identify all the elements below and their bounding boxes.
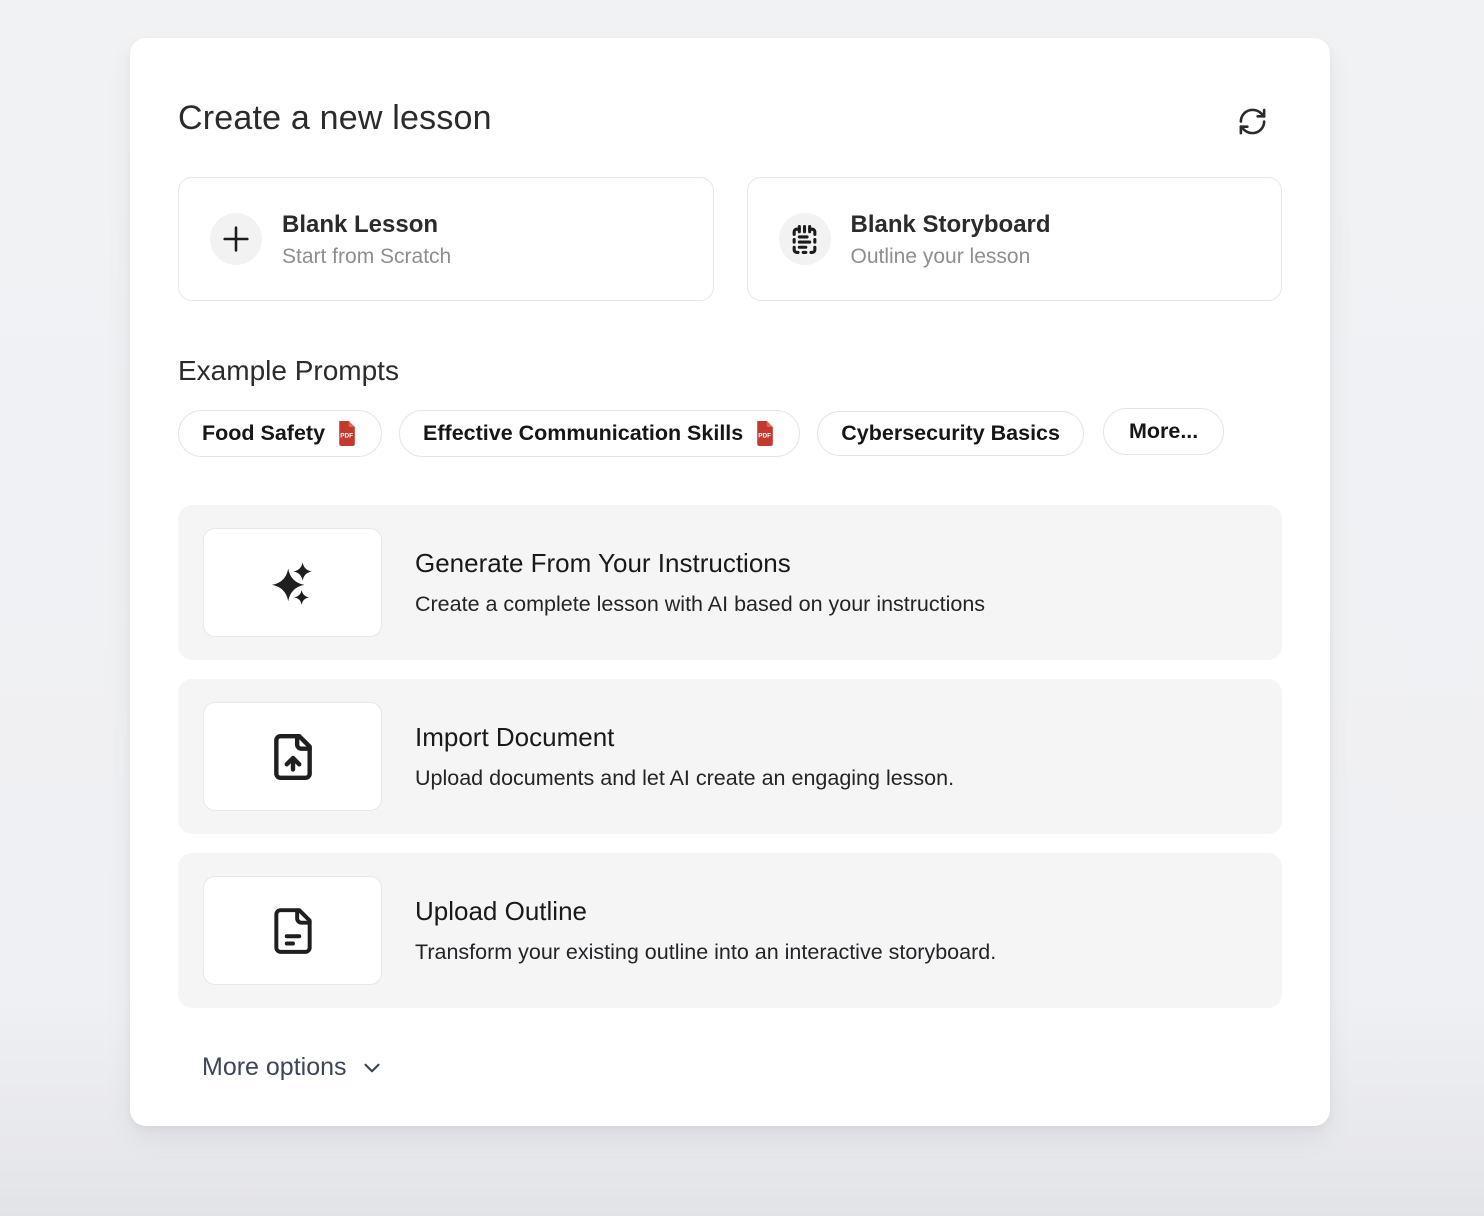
panel-header: Create a new lesson xyxy=(178,90,1282,143)
option-text: Generate From Your Instructions Create a… xyxy=(415,548,985,616)
prompt-pill-food-safety[interactable]: Food Safety PDF xyxy=(178,410,382,457)
option-subtitle: Transform your existing outline into an … xyxy=(415,940,996,965)
prompt-pill-communication-skills[interactable]: Effective Communication Skills PDF xyxy=(399,410,800,457)
option-generate-from-instructions[interactable]: Generate From Your Instructions Create a… xyxy=(178,505,1282,660)
more-options-label: More options xyxy=(202,1053,347,1082)
prompt-pill-cybersecurity-basics[interactable]: Cybersecurity Basics xyxy=(817,411,1084,456)
blank-storyboard-card[interactable]: Blank Storyboard Outline your lesson xyxy=(747,177,1283,301)
option-subtitle: Upload documents and let AI create an en… xyxy=(415,766,954,791)
notepad-dashed-icon xyxy=(779,213,831,265)
create-lesson-panel: Create a new lesson Blank Lesson Sta xyxy=(130,38,1330,1126)
option-upload-outline[interactable]: Upload Outline Transform your existing o… xyxy=(178,853,1282,1008)
refresh-button[interactable] xyxy=(1231,100,1274,143)
chevron-down-icon xyxy=(359,1055,385,1081)
option-subtitle: Create a complete lesson with AI based o… xyxy=(415,592,985,617)
option-title: Upload Outline xyxy=(415,896,996,927)
sparkles-icon xyxy=(203,528,382,637)
blank-templates-row: Blank Lesson Start from Scratch Blank St… xyxy=(178,177,1282,301)
blank-storyboard-title: Blank Storyboard xyxy=(851,210,1051,240)
blank-lesson-card[interactable]: Blank Lesson Start from Scratch xyxy=(178,177,714,301)
option-import-document[interactable]: Import Document Upload documents and let… xyxy=(178,679,1282,834)
blank-lesson-text: Blank Lesson Start from Scratch xyxy=(282,210,451,269)
blank-storyboard-subtitle: Outline your lesson xyxy=(851,245,1051,269)
file-text-icon xyxy=(203,876,382,985)
example-prompts-row: Food Safety PDF Effective Communication … xyxy=(178,410,1282,457)
file-up-icon xyxy=(203,702,382,811)
svg-text:PDF: PDF xyxy=(340,433,353,440)
blank-lesson-subtitle: Start from Scratch xyxy=(282,245,451,269)
pdf-file-icon: PDF xyxy=(335,420,358,447)
prompt-pill-label: Cybersecurity Basics xyxy=(841,421,1060,446)
pdf-file-icon: PDF xyxy=(753,420,776,447)
option-title: Import Document xyxy=(415,722,954,753)
option-text: Upload Outline Transform your existing o… xyxy=(415,896,996,964)
prompt-pill-label: Effective Communication Skills xyxy=(423,421,743,446)
creation-options-list: Generate From Your Instructions Create a… xyxy=(178,505,1282,1008)
page-title: Create a new lesson xyxy=(178,98,492,139)
prompt-pill-more[interactable]: More... xyxy=(1103,408,1224,455)
blank-storyboard-text: Blank Storyboard Outline your lesson xyxy=(851,210,1051,269)
plus-icon xyxy=(210,213,262,265)
prompt-pill-label: Food Safety xyxy=(202,421,325,446)
option-text: Import Document Upload documents and let… xyxy=(415,722,954,790)
option-title: Generate From Your Instructions xyxy=(415,548,985,579)
refresh-icon xyxy=(1237,106,1268,137)
svg-text:PDF: PDF xyxy=(759,433,772,440)
more-options-button[interactable]: More options xyxy=(196,1052,391,1083)
blank-lesson-title: Blank Lesson xyxy=(282,210,451,240)
example-prompts-heading: Example Prompts xyxy=(178,355,1282,387)
prompt-pill-label: More... xyxy=(1129,419,1198,444)
